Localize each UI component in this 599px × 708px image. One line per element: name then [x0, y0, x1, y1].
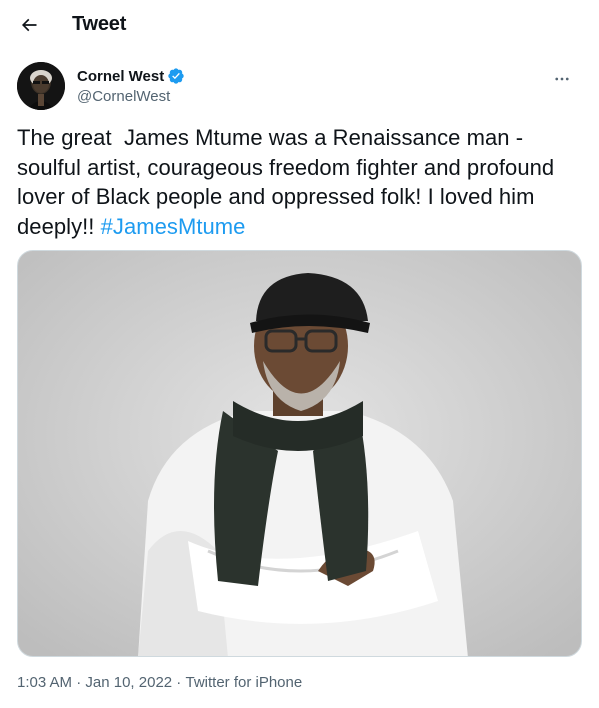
- tweet-text: The great James Mtume was a Renaissance …: [17, 123, 583, 241]
- more-horizontal-icon: [555, 77, 569, 81]
- display-name[interactable]: Cornel West: [77, 68, 164, 85]
- tweet-body: The great James Mtume was a Renaissance …: [17, 125, 561, 239]
- tweet-time[interactable]: 1:03 AM: [17, 674, 72, 691]
- avatar[interactable]: [17, 62, 65, 110]
- tweet-source[interactable]: Twitter for iPhone: [185, 674, 302, 691]
- meta-separator: ·: [172, 674, 186, 691]
- more-options-button[interactable]: [547, 64, 577, 94]
- verified-badge-icon: [168, 68, 184, 84]
- tweet-author: Cornel West @CornelWest: [17, 62, 577, 112]
- tweet-photo[interactable]: [17, 250, 582, 657]
- hashtag-link[interactable]: #JamesMtume: [101, 214, 246, 239]
- back-button[interactable]: [12, 8, 46, 42]
- arrow-left-icon: [21, 18, 37, 32]
- tweet-date[interactable]: Jan 10, 2022: [85, 674, 172, 691]
- user-handle[interactable]: @CornelWest: [77, 88, 170, 105]
- meta-separator: ·: [72, 674, 86, 691]
- top-bar: Tweet: [0, 0, 599, 50]
- tweet-meta: 1:03 AM · Jan 10, 2022 · Twitter for iPh…: [17, 674, 302, 691]
- name-row: Cornel West: [77, 67, 185, 85]
- page-title: Tweet: [72, 13, 127, 35]
